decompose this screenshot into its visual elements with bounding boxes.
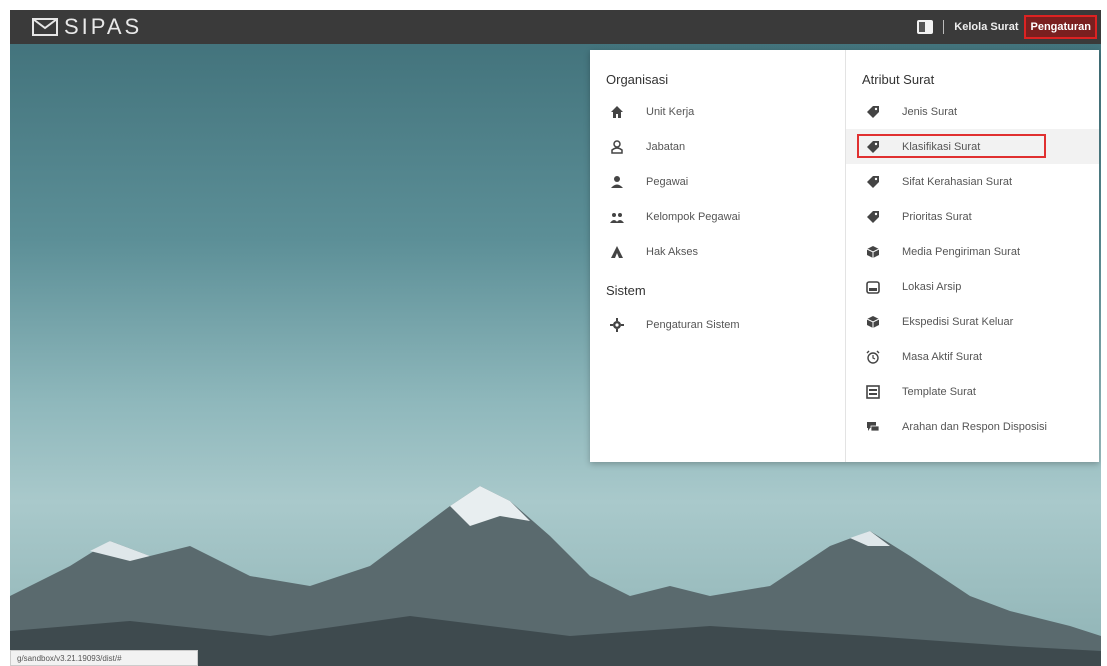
envelope-logo-icon <box>32 18 58 36</box>
menu-item-label: Pengaturan Sistem <box>646 318 740 331</box>
menu-item-label: Kelompok Pegawai <box>646 210 741 223</box>
user-badge-icon <box>610 139 624 154</box>
menu-item-label: Template Surat <box>902 385 976 398</box>
alarm-icon <box>866 350 880 364</box>
mountain-background <box>10 486 1101 666</box>
chat-icon <box>866 420 880 434</box>
app-title: SIPAS <box>64 14 143 39</box>
menu-item-label: Media Pengiriman Surat <box>902 245 1021 258</box>
group-icon <box>610 210 624 224</box>
menu-item-label: Pegawai <box>646 175 689 188</box>
menu-item-label: Unit Kerja <box>646 105 695 118</box>
menu-item-prioritas-surat[interactable]: Prioritas Surat <box>846 199 1099 234</box>
menu-column-left: Organisasi Unit Kerja Jabatan Pegawai Ke… <box>590 50 846 462</box>
top-bar: SIPAS Kelola Surat Pengaturan <box>10 10 1101 44</box>
browser-status-bar: g/sandbox/v3.21.19093/dist/# <box>10 650 198 666</box>
menu-item-lokasi-arsip[interactable]: Lokasi Arsip <box>846 269 1099 304</box>
home-icon <box>610 105 624 119</box>
settings-dropdown-menu: Organisasi Unit Kerja Jabatan Pegawai Ke… <box>590 50 1099 462</box>
menu-item-label: Masa Aktif Surat <box>902 350 983 363</box>
app-logo[interactable]: SIPAS <box>32 14 142 40</box>
menu-item-arahan-dan-respon-disposisi[interactable]: Arahan dan Respon Disposisi <box>846 409 1099 444</box>
section-title-organisasi: Organisasi <box>606 72 669 87</box>
menu-item-ekspedisi-surat-keluar[interactable]: Ekspedisi Surat Keluar <box>846 304 1099 339</box>
tag-icon <box>866 175 880 189</box>
menu-item-template-surat[interactable]: Template Surat <box>846 374 1099 409</box>
menu-item-pegawai[interactable]: Pegawai <box>590 164 845 199</box>
pengaturan-link[interactable]: Pengaturan <box>1024 15 1097 39</box>
tag-icon <box>866 210 880 224</box>
menu-item-unit-kerja[interactable]: Unit Kerja <box>590 94 845 129</box>
menu-item-label: Jabatan <box>646 140 686 153</box>
menu-item-media-pengiriman-surat[interactable]: Media Pengiriman Surat <box>846 234 1099 269</box>
template-icon <box>866 384 880 399</box>
kelola-surat-link[interactable]: Kelola Surat <box>954 21 1018 33</box>
menu-column-right: Atribut Surat Jenis Surat Klasifikasi Su… <box>846 50 1099 462</box>
menu-item-label: Sifat Kerahasian Surat <box>902 175 1013 188</box>
access-icon <box>610 245 624 259</box>
tag-icon <box>866 105 880 119</box>
menu-item-jabatan[interactable]: Jabatan <box>590 129 845 164</box>
app-window: SIPAS Kelola Surat Pengaturan Organisasi… <box>10 10 1101 666</box>
menu-item-label: Jenis Surat <box>902 105 958 118</box>
section-title-sistem: Sistem <box>606 283 646 298</box>
box-icon <box>866 315 880 329</box>
gear-icon <box>610 317 624 332</box>
menu-item-label: Lokasi Arsip <box>902 280 962 293</box>
menu-item-kelompok-pegawai[interactable]: Kelompok Pegawai <box>590 199 845 234</box>
highlight-box <box>857 134 1046 158</box>
archive-icon <box>866 280 880 294</box>
menu-item-label: Ekspedisi Surat Keluar <box>902 315 1014 328</box>
menu-item-masa-aktif-surat[interactable]: Masa Aktif Surat <box>846 339 1099 374</box>
section-title-atribut-surat: Atribut Surat <box>862 72 935 87</box>
menu-item-label: Arahan dan Respon Disposisi <box>902 420 1047 433</box>
person-icon <box>610 175 624 189</box>
top-nav: Kelola Surat Pengaturan <box>917 10 1097 44</box>
menu-item-label: Prioritas Surat <box>902 210 972 223</box>
menu-item-jenis-surat[interactable]: Jenis Surat <box>846 94 1099 129</box>
menu-item-klasifikasi-surat[interactable]: Klasifikasi Surat <box>846 129 1099 164</box>
menu-item-pengaturan-sistem[interactable]: Pengaturan Sistem <box>590 307 845 342</box>
box-icon <box>866 245 880 259</box>
menu-item-sifat-kerahasian-surat[interactable]: Sifat Kerahasian Surat <box>846 164 1099 199</box>
nav-divider <box>943 20 945 34</box>
menu-item-label: Hak Akses <box>646 245 698 258</box>
app-switch-icon[interactable] <box>917 20 934 34</box>
menu-item-hak-akses[interactable]: Hak Akses <box>590 234 845 269</box>
